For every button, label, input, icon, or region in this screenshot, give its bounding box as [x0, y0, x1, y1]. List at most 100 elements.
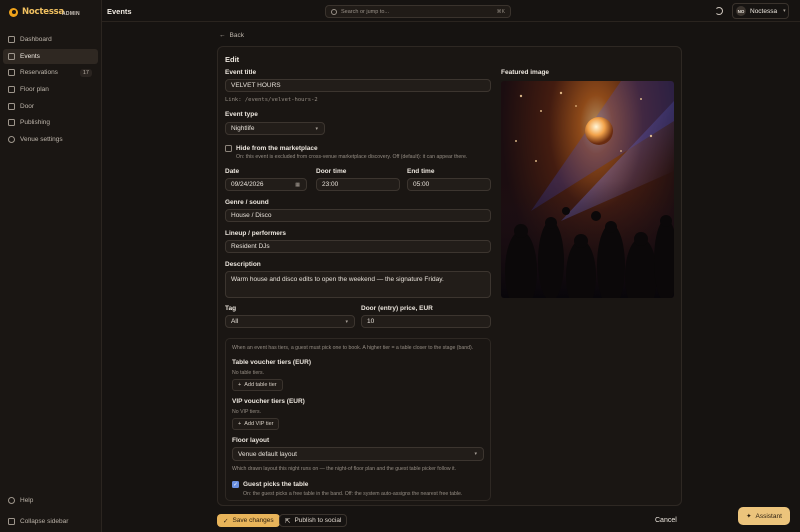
sidebar-item-door[interactable]: Door	[3, 99, 98, 114]
back-label: Back	[229, 32, 244, 39]
sidebar-item-events[interactable]: Events	[3, 48, 98, 64]
publish-social-button[interactable]: ⇱ Publish to social	[279, 514, 348, 527]
brand[interactable]: Noctessa	[9, 7, 64, 17]
add-vip-tier-button[interactable]: + Add VIP tier	[232, 418, 280, 430]
tag-label: Tag	[225, 305, 237, 312]
event-title-label: Event title	[225, 69, 257, 76]
gear-icon	[8, 136, 15, 144]
door-time-label: Door time	[316, 168, 347, 175]
reservations-count-badge: 17	[79, 68, 92, 77]
hide-marketplace-hint: On: this event is excluded from cross-ve…	[236, 154, 468, 160]
help-link[interactable]: Help	[8, 497, 33, 504]
cancel-button[interactable]: Cancel	[655, 517, 677, 524]
search-placeholder: Search or jump to...	[341, 8, 389, 15]
guest-picks-checkbox[interactable]: ✓	[232, 481, 239, 488]
calendar-icon	[8, 52, 15, 60]
tag-select[interactable]: All ▾	[225, 315, 355, 328]
save-label: Save changes	[232, 517, 274, 524]
vip-tiers-empty: No VIP tiers.	[232, 409, 262, 415]
sidebar-item-reservations[interactable]: Reservations 17	[3, 65, 98, 80]
search-input[interactable]: Search or jump to... ⌘K	[325, 5, 511, 18]
collapse-sidebar-button[interactable]: Collapse sidebar	[8, 518, 68, 525]
user-name: Noctessa	[750, 7, 778, 15]
description-label: Description	[225, 261, 261, 268]
door-icon	[8, 102, 15, 110]
section-title: Edit	[225, 55, 240, 64]
sidebar-item-dashboard[interactable]: Dashboard	[3, 32, 98, 47]
vip-tiers-label: VIP voucher tiers (EUR)	[232, 398, 305, 405]
event-type-select[interactable]: Nightlife ▾	[225, 122, 325, 135]
publish-icon	[8, 119, 15, 127]
nightclub-photo	[501, 81, 674, 298]
save-button[interactable]: ✓ Save changes	[217, 514, 280, 527]
chevron-down-icon: ▾	[345, 318, 348, 325]
floor-layout-select[interactable]: Venue default layout ▾	[232, 447, 484, 461]
plus-icon: +	[238, 421, 242, 427]
lineup-input[interactable]: Resident DJs	[225, 240, 491, 253]
assistant-label: Assistant	[755, 512, 782, 520]
door-price-input[interactable]: 10	[361, 315, 491, 328]
event-title-input[interactable]: VELVET HOURS	[225, 79, 491, 92]
user-menu[interactable]: NO Noctessa ▾	[732, 3, 789, 19]
sidebar-nav: Dashboard Events Reservations 17 Floor p…	[3, 32, 98, 149]
search-icon	[331, 8, 337, 15]
page-title: Events	[107, 7, 132, 16]
floor-plan-icon	[8, 86, 15, 94]
floor-layout-hint: Which drawn layout this night runs on — …	[232, 466, 457, 472]
lineup-label: Lineup / performers	[225, 230, 287, 237]
genre-input[interactable]: House / Disco	[225, 209, 491, 222]
hide-marketplace-checkbox[interactable]	[225, 145, 232, 152]
role-badge: ADMIN	[62, 11, 80, 17]
assistant-button[interactable]: ✦ Assistant	[738, 507, 790, 525]
tag-value: All	[231, 318, 239, 325]
sidebar-item-venue-settings[interactable]: Venue settings	[3, 132, 98, 147]
sparkle-icon: ✦	[746, 513, 752, 520]
brand-name: Noctessa	[22, 7, 65, 17]
edit-card: Edit Event title VELVET HOURS Link: /eve…	[217, 46, 682, 506]
genre-label: Genre / sound	[225, 199, 269, 206]
door-time-input[interactable]: 23:00	[316, 178, 400, 191]
plus-icon: +	[238, 382, 242, 388]
featured-image[interactable]	[501, 81, 674, 298]
search-shortcut: ⌘K	[496, 8, 505, 15]
table-tiers-label: Table voucher tiers (EUR)	[232, 359, 311, 366]
sidebar-item-label: Dashboard	[20, 36, 52, 43]
table-tiers-empty: No table tiers.	[232, 370, 265, 376]
sidebar-item-label: Venue settings	[20, 136, 63, 144]
collapse-label: Collapse sidebar	[20, 518, 69, 525]
floor-layout-label: Floor layout	[232, 437, 270, 444]
floor-layout-value: Venue default layout	[238, 450, 297, 458]
sidebar-item-label: Publishing	[20, 119, 50, 127]
chevron-down-icon: ▾	[315, 125, 318, 132]
end-time-label: End time	[407, 168, 435, 175]
arrow-left-icon: ←	[219, 32, 226, 39]
ticket-icon	[8, 69, 15, 77]
date-input[interactable]: 09/24/2026 ▦	[225, 178, 307, 191]
add-table-tier-button[interactable]: + Add table tier	[232, 379, 283, 391]
chevron-down-icon: ▾	[474, 451, 477, 457]
event-type-value: Nightlife	[231, 125, 255, 132]
calendar-icon: ▦	[295, 181, 300, 188]
moon-icon[interactable]	[715, 7, 723, 15]
door-price-label: Door (entry) price, EUR	[361, 305, 433, 312]
chevron-down-icon: ▾	[783, 8, 786, 14]
guest-picks-label: Guest picks the table	[243, 481, 309, 488]
sidebar-item-label: Floor plan	[20, 86, 49, 94]
sidebar-item-publishing[interactable]: Publishing	[3, 115, 98, 130]
add-table-tier-label: Add table tier	[244, 382, 277, 388]
description-textarea[interactable]: Warm house and disco edits to open the w…	[225, 271, 491, 298]
hide-marketplace-label: Hide from the marketplace	[236, 145, 318, 152]
end-time-input[interactable]: 05:00	[407, 178, 491, 191]
publish-label: Publish to social	[294, 517, 342, 524]
check-icon: ✓	[223, 517, 229, 525]
sidebar: Noctessa ADMIN Dashboard Events Reservat…	[0, 0, 102, 532]
event-type-label: Event type	[225, 111, 258, 118]
tiers-panel: When an event has tiers, a guest must pi…	[225, 338, 491, 501]
sidebar-item-floor-plan[interactable]: Floor plan	[3, 82, 98, 97]
sidebar-item-label: Events	[20, 52, 40, 60]
event-link: Link: /events/velvet-hours-2	[225, 97, 318, 103]
brand-logo-icon	[9, 7, 18, 17]
back-link[interactable]: ← Back	[219, 32, 244, 39]
date-value: 09/24/2026	[231, 181, 264, 188]
guest-picks-hint: On: the guest picks a free table in the …	[243, 491, 463, 497]
